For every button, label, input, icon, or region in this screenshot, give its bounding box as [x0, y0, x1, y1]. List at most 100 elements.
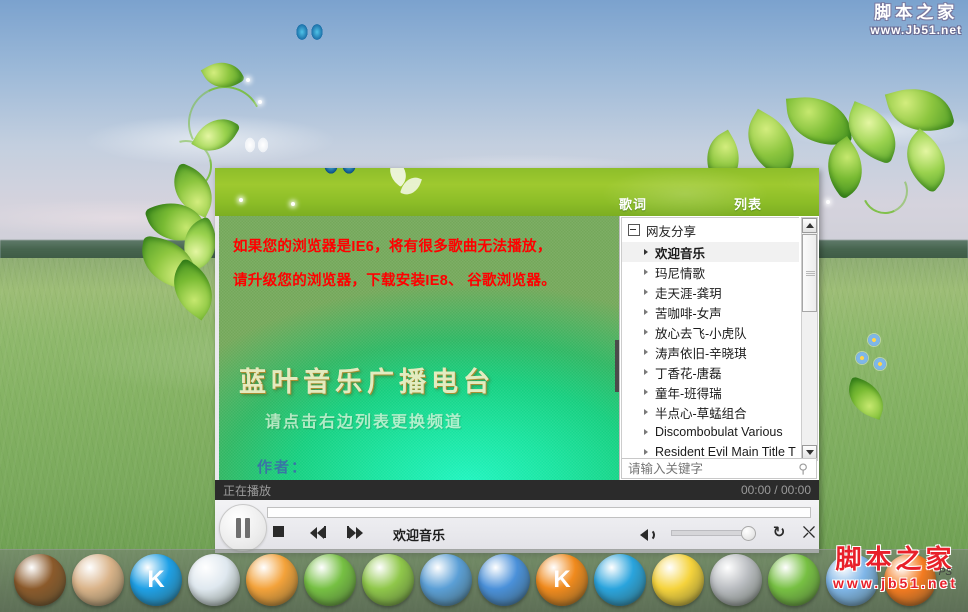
station-author: 作者： [257, 459, 309, 476]
previous-icon [310, 526, 326, 543]
previous-button[interactable] [310, 526, 326, 544]
browser-warning: 如果您的浏览器是IE6，将有很多歌曲无法播放， 请升级您的浏览器，下载安装IE8… [233, 230, 613, 298]
caret-right-icon [644, 329, 648, 335]
playlist-item[interactable]: Discombobulat Various [622, 422, 799, 442]
caret-right-icon [644, 369, 648, 375]
cd-music-icon [188, 554, 240, 606]
playlist-group-label: 网友分享 [646, 224, 697, 239]
playlist-item[interactable]: 丁香花-唐磊 [622, 362, 799, 382]
dock-item-bookshelf-icon[interactable] [14, 554, 66, 606]
playlist-item[interactable]: 童年-班得瑞 [622, 382, 799, 402]
butterfly-icon [296, 22, 324, 44]
watermark-bottom-right: 脚本之家 PS www.jb51.net [833, 546, 958, 590]
sparkle [826, 200, 830, 204]
coffee-cup-icon [72, 554, 124, 606]
sparkle [291, 202, 295, 206]
butterfly-icon [323, 168, 357, 178]
dock-item-film-reel-blue-icon[interactable] [594, 554, 646, 606]
player-controls: 欢迎音乐 ↻ ⤬ ⛶ [215, 500, 819, 553]
dock-icons: KK [0, 552, 968, 610]
playlist-item[interactable]: 玛尼情歌 [622, 262, 799, 282]
blue-arrow-sphere-icon [478, 554, 530, 606]
header-tabs: 歌词 列表 [589, 168, 819, 216]
playlist-panel: 网友分享 欢迎音乐玛尼情歌 走天涯-龚玥苦咖啡-女声放心去飞-小虎队 涛声依旧-辛晓… [619, 216, 819, 480]
repeat-button[interactable]: ↻ [770, 524, 788, 542]
tab-list[interactable]: 列表 [734, 194, 762, 213]
play-pause-button[interactable] [219, 504, 267, 552]
bookshelf-icon [14, 554, 66, 606]
play-triangle-icon [768, 554, 820, 606]
playlist-item-label: Discombobulat Various [655, 425, 783, 439]
caret-down-icon [805, 450, 814, 455]
dock-item-cd-music-icon[interactable] [188, 554, 240, 606]
playlist-item[interactable]: 苦咖啡-女声 [622, 302, 799, 322]
music-player-window: 歌词 列表 如果您的浏览器是IE6，将有很多歌曲无法播放， 请升级您的浏览器，下… [215, 168, 819, 553]
search-input[interactable] [622, 460, 794, 477]
playlist-item[interactable]: 走天涯-龚玥 [622, 282, 799, 302]
playlist-item-label: Resident Evil Main Title T [655, 445, 796, 459]
playlist-list: 欢迎音乐玛尼情歌 走天涯-龚玥苦咖啡-女声放心去飞-小虎队 涛声依旧-辛晓琪 丁香花-… [622, 242, 799, 478]
playlist-item[interactable]: 放心去飞-小虎队 [622, 322, 799, 342]
collapse-minus-icon[interactable] [628, 224, 640, 236]
station-subtitle: 请点击右边列表更换频道 [265, 414, 464, 431]
dock-item-green-note-icon[interactable] [304, 554, 356, 606]
search-icon[interactable]: ⚲ [794, 461, 812, 477]
playback-time-label: 00:00 / 00:00 [740, 483, 811, 497]
playlist-item[interactable]: 半点心-草蜢组合 [622, 402, 799, 422]
dock-item-chick-headphones-icon[interactable] [652, 554, 704, 606]
playlist-search: ⚲ [621, 458, 817, 479]
dock-item-blue-arrow-sphere-icon[interactable] [478, 554, 530, 606]
playlist-item-label: 放心去飞-小虎队 [655, 326, 747, 341]
station-title: 蓝叶音乐广播电台 [239, 367, 495, 398]
playlist-item-label: 玛尼情歌 [655, 266, 706, 281]
playback-state-label: 正在播放 [223, 483, 272, 498]
dock-item-orange-music-icon[interactable] [246, 554, 298, 606]
playlist-item-label: 苦咖啡-女声 [655, 306, 722, 321]
volume-button[interactable] [640, 526, 655, 544]
caret-right-icon [644, 429, 648, 435]
caret-right-icon [644, 269, 648, 275]
caret-right-icon [644, 349, 648, 355]
seek-bar[interactable] [267, 507, 811, 518]
next-button[interactable] [347, 526, 363, 544]
kingsoft-box-icon: K [536, 554, 588, 606]
watermark-text-url: www.jb51.net [833, 575, 958, 591]
green-note-icon [304, 554, 356, 606]
sparkle [246, 78, 250, 82]
watermark-ps-label: PS [938, 567, 952, 578]
playlist-item[interactable]: 涛声依旧-辛晓琪 [622, 342, 799, 362]
stop-button[interactable] [273, 526, 284, 537]
butterfly-icon [244, 136, 270, 156]
blue-flower [868, 334, 880, 346]
dock-item-kingsoft-box-icon[interactable]: K [536, 554, 588, 606]
tab-lyrics[interactable]: 歌词 [619, 194, 647, 213]
blue-flower [856, 352, 868, 364]
scroll-up-button[interactable] [802, 218, 817, 233]
blue-flower [874, 358, 886, 370]
dock-item-apple-icon[interactable] [362, 554, 414, 606]
taskbar-dock: KK [0, 549, 968, 612]
watermark-text-url: www.Jb51.net [870, 23, 962, 37]
film-reel-blue-icon [594, 554, 646, 606]
playlist-scrollbar[interactable] [801, 217, 818, 461]
playlist-group-header[interactable]: 网友分享 [622, 218, 799, 242]
dock-item-blue-sphere-icon[interactable] [420, 554, 472, 606]
playlist-item-label: 涛声依旧-辛晓琪 [655, 346, 747, 361]
caret-right-icon [644, 409, 648, 415]
scrollbar-thumb[interactable] [802, 234, 817, 312]
caret-right-icon [644, 309, 648, 315]
volume-slider-thumb[interactable] [741, 526, 756, 541]
playlist-item-label: 丁香花-唐磊 [655, 366, 722, 381]
dock-item-coffee-cup-icon[interactable] [72, 554, 124, 606]
browser-warning-line-1: 如果您的浏览器是IE6，将有很多歌曲无法播放， [233, 239, 552, 255]
dock-item-film-reel-gray-icon[interactable] [710, 554, 762, 606]
shuffle-button[interactable]: ⤬ [800, 524, 818, 542]
dock-item-kugou-k-icon[interactable]: K [130, 554, 182, 606]
dock-item-play-triangle-icon[interactable] [768, 554, 820, 606]
playlist-item[interactable]: 欢迎音乐 [622, 242, 799, 262]
browser-warning-line-2: 请升级您的浏览器，下载安装IE8、 谷歌浏览器。 [233, 273, 556, 289]
watermark-text-cn: 脚本之家 [874, 3, 959, 22]
player-header: 歌词 列表 [215, 168, 819, 216]
playlist-item-label: 半点心-草蜢组合 [655, 406, 747, 421]
playlist-item-label: 欢迎音乐 [655, 246, 706, 261]
